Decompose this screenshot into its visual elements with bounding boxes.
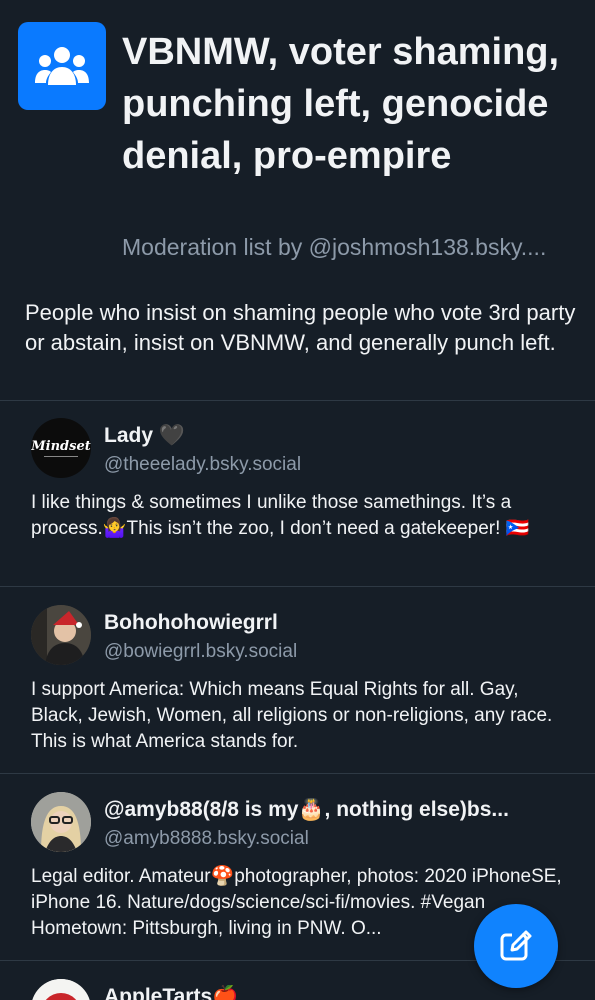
member-handle: @theeelady.bsky.social [104,454,302,475]
member-name[interactable]: AppleTarts🍎 [104,985,574,1000]
avatar-photo [31,605,91,665]
compose-button[interactable] [474,904,558,988]
avatar-logo-text: Mindset [31,439,91,454]
avatar[interactable]: Mindset [31,418,91,478]
avatar[interactable] [31,979,91,1000]
list-member-row[interactable]: Mindset Lady 🖤 @theeelady.bsky.social I … [0,400,595,586]
apple-avatar-photo [31,979,91,1000]
people-group-icon [35,47,89,85]
avatar[interactable] [31,792,91,852]
list-avatar[interactable] [18,22,106,110]
list-description: People who insist on shaming people who … [25,300,576,355]
member-name[interactable]: @amyb88(8/8 is my🎂, nothing else)bs... [104,798,574,822]
list-title: VBNMW, voter shaming, punching left, gen… [122,31,560,177]
list-byline[interactable]: Moderation list by @joshmosh138.bsky.... [122,234,580,261]
member-handle: @amyb8888.bsky.social [104,828,309,849]
list-header: VBNMW, voter shaming, punching left, gen… [0,0,595,290]
avatar[interactable] [31,605,91,665]
avatar-photo [31,792,91,852]
member-name[interactable]: Bohohohowiegrrl [104,611,574,635]
member-bio: I like things & sometimes I unlike those… [31,492,530,539]
member-name[interactable]: Lady 🖤 [104,424,574,448]
member-bio: I support America: Which means Equal Rig… [31,679,553,752]
member-handle: @bowiegrrl.bsky.social [104,641,298,662]
list-member-row[interactable]: Bohohohowiegrrl @bowiegrrl.bsky.social I… [0,587,595,773]
compose-icon [500,930,532,961]
